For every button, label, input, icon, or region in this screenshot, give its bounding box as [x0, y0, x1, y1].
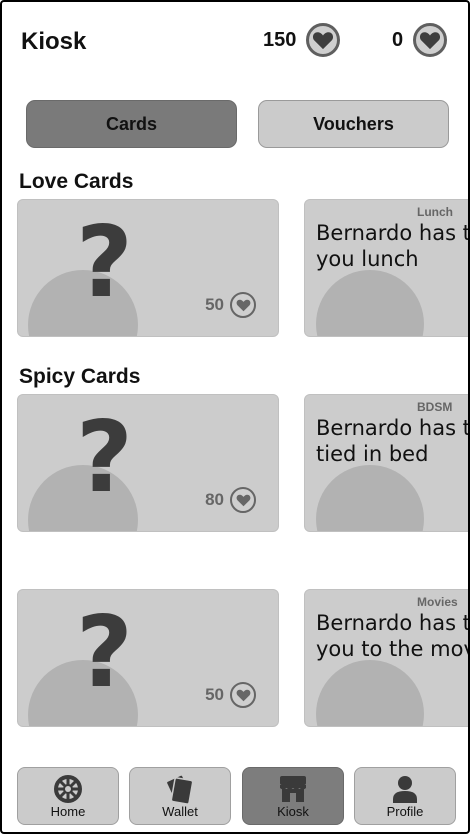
- card-price: 50: [205, 292, 256, 318]
- nav-profile[interactable]: Profile: [354, 767, 456, 825]
- card-category: Movies: [417, 595, 458, 609]
- card-price: 50: [205, 682, 256, 708]
- card-category: Lunch: [417, 205, 453, 219]
- balance-secondary-value: 0: [392, 28, 404, 51]
- tab-vouchers[interactable]: Vouchers: [258, 100, 449, 148]
- section-title-spicy-cards: Spicy Cards: [19, 365, 141, 388]
- nav-kiosk-label: Kiosk: [277, 804, 309, 819]
- card-image-placeholder: [316, 270, 424, 336]
- heart-coin-icon: [230, 487, 256, 513]
- nav-home[interactable]: Home: [17, 767, 119, 825]
- mystery-card-third[interactable]: ? 50: [17, 589, 279, 727]
- mystery-card-spicy[interactable]: ? 80: [17, 394, 279, 532]
- store-icon: [280, 776, 306, 802]
- card-description: Bernardo has t you lunch: [316, 221, 468, 271]
- card-category: BDSM: [417, 400, 453, 414]
- heart-coin-icon: [230, 292, 256, 318]
- home-wheel-icon: [54, 775, 82, 803]
- app-frame: Kiosk 150 0 Cards Vouchers Love Cards ? …: [0, 0, 470, 834]
- mystery-question-mark: ?: [76, 596, 133, 710]
- card-image-placeholder: [316, 465, 424, 531]
- preview-card-movies[interactable]: Movies Bernardo has t you to the mov: [304, 589, 468, 727]
- card-image-placeholder: [316, 660, 424, 726]
- section-title-love-cards: Love Cards: [19, 170, 134, 193]
- card-price-value: 50: [205, 685, 224, 704]
- nav-home-label: Home: [50, 804, 86, 819]
- heart-coin-icon: [230, 682, 256, 708]
- wallet-cards-icon: [165, 774, 194, 804]
- nav-kiosk[interactable]: Kiosk: [242, 767, 344, 825]
- preview-card-bdsm[interactable]: BDSM Bernardo has t tied in bed: [304, 394, 468, 532]
- heart-coin-icon: [413, 23, 448, 57]
- card-price: 80: [205, 487, 256, 513]
- balance-primary: 150: [263, 22, 341, 58]
- card-description: Bernardo has t tied in bed: [316, 416, 468, 466]
- nav-profile-label: Profile: [386, 804, 424, 819]
- card-price-value: 50: [205, 295, 224, 314]
- mystery-question-mark: ?: [76, 206, 133, 320]
- mystery-question-mark: ?: [76, 401, 133, 515]
- nav-wallet-label: Wallet: [162, 804, 198, 819]
- mystery-card-love[interactable]: ? 50: [17, 199, 279, 337]
- card-price-value: 80: [205, 490, 224, 509]
- preview-card-lunch[interactable]: Lunch Bernardo has t you lunch: [304, 199, 468, 337]
- nav-wallet[interactable]: Wallet: [129, 767, 231, 825]
- balance-primary-value: 150: [263, 28, 297, 51]
- user-icon: [393, 776, 417, 803]
- heart-coin-icon: [306, 23, 341, 57]
- balance-secondary: 0: [392, 22, 448, 58]
- page-title: Kiosk: [21, 28, 87, 55]
- card-description: Bernardo has t you to the mov: [316, 611, 468, 661]
- tab-cards[interactable]: Cards: [26, 100, 237, 148]
